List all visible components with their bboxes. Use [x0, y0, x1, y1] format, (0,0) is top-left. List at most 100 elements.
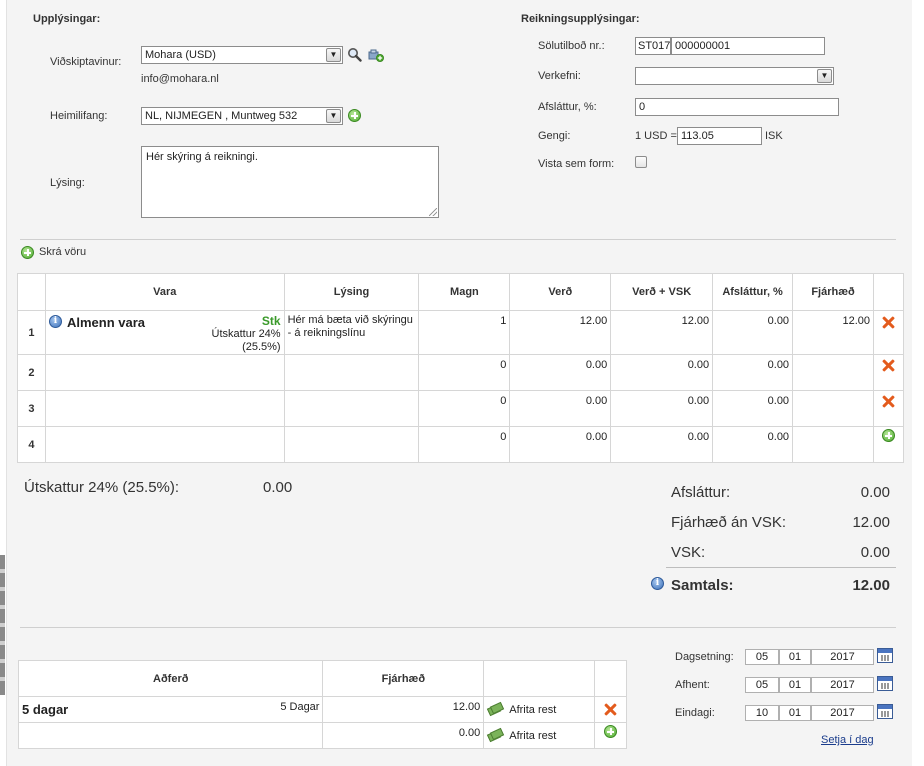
header-product: Vara	[44, 273, 285, 311]
set-in-days-link[interactable]: Setja í dag	[821, 734, 874, 746]
product-cell[interactable]	[44, 426, 285, 463]
add-address-icon[interactable]	[348, 109, 361, 122]
date-day-field[interactable]: 05	[745, 649, 779, 665]
customer-select[interactable]: Mohara (USD) ▼	[141, 46, 343, 64]
due-day-field[interactable]: 10	[745, 705, 779, 721]
totals-discount-label: Afsláttur:	[671, 484, 731, 501]
line-price-vat[interactable]: 0.00	[610, 426, 714, 463]
header-description: Lýsing	[283, 273, 420, 311]
header-action	[873, 273, 904, 311]
offer-number-field[interactable]: 000000001	[671, 37, 825, 55]
line-price-vat[interactable]: 0.00	[610, 390, 714, 427]
info-icon[interactable]: i	[48, 315, 62, 328]
header-discount: Afsláttur, %	[712, 273, 794, 311]
line-price[interactable]: 0.00	[509, 426, 612, 463]
payment-method-name: 5 dagar	[22, 702, 69, 717]
copy-rest-link[interactable]: Afrita rest	[509, 730, 556, 742]
header-amount: Fjárhæð	[792, 273, 874, 311]
line-amount	[792, 354, 874, 391]
delivered-label: Afhent:	[675, 679, 710, 691]
due-month-field[interactable]: 01	[779, 705, 811, 721]
line-qty[interactable]: 0	[418, 426, 511, 463]
line-qty[interactable]: 0	[418, 354, 511, 391]
resize-handle[interactable]	[429, 208, 437, 216]
line-description[interactable]	[283, 390, 420, 427]
action-cell	[873, 310, 904, 355]
date-year-field[interactable]: 2017	[811, 649, 874, 665]
add-payment-icon[interactable]	[604, 725, 618, 738]
add-line-icon[interactable]	[882, 429, 895, 442]
payment-method-cell[interactable]	[17, 722, 324, 749]
line-discount[interactable]: 0.00	[712, 390, 794, 427]
line-description[interactable]	[283, 426, 420, 463]
product-cell[interactable]	[44, 354, 285, 391]
table-row: 2 0 0.00 0.00 0.00	[17, 354, 904, 391]
payment-amount[interactable]: 12.00	[322, 696, 485, 723]
payment-row: 5 dagar 5 Dagar 12.00 Afrita rest	[17, 696, 627, 723]
copy-rest-cell[interactable]: Afrita rest	[483, 696, 596, 723]
line-price[interactable]: 12.00	[509, 310, 612, 355]
rate-field[interactable]: 113.05	[677, 127, 762, 145]
totals-net-label: Fjárhæð án VSK:	[671, 514, 787, 531]
line-discount[interactable]: 0.00	[712, 310, 794, 355]
payment-methods-table: Aðferð Fjárhæð 5 dagar 5 Dagar 12.00 Afr…	[17, 660, 627, 749]
delivered-year-field[interactable]: 2017	[811, 677, 874, 693]
save-form-label: Vista sem form:	[538, 158, 615, 170]
delete-x-icon[interactable]	[882, 316, 895, 329]
add-user-icon[interactable]	[368, 49, 384, 63]
add-product-link[interactable]: Skrá vöru	[39, 246, 86, 258]
rate-prefix: 1 USD =	[635, 130, 677, 142]
calendar-icon[interactable]	[877, 704, 893, 719]
totals-divider	[666, 567, 896, 568]
discount-field[interactable]: 0	[635, 98, 839, 116]
delete-x-icon[interactable]	[882, 395, 895, 408]
line-price[interactable]: 0.00	[509, 354, 612, 391]
line-description[interactable]: Hér má bæta við skýringu - á reikningslí…	[283, 310, 420, 355]
invoice-section-title: Reikningsupplýsingar:	[521, 13, 640, 25]
totals-discount-value: 0.00	[860, 484, 890, 501]
line-qty[interactable]: 0	[418, 390, 511, 427]
delete-x-icon[interactable]	[882, 359, 895, 372]
line-price-vat[interactable]: 12.00	[610, 310, 714, 355]
header-qty: Magn	[418, 273, 511, 311]
address-select[interactable]: NL, NIJMEGEN , Muntweg 532 ▼	[141, 107, 343, 125]
date-month-field[interactable]: 01	[779, 649, 811, 665]
info-icon[interactable]: i	[651, 577, 664, 590]
line-discount[interactable]: 0.00	[712, 426, 794, 463]
table-row: 3 0 0.00 0.00 0.00	[17, 390, 904, 427]
search-icon[interactable]	[347, 47, 362, 62]
copy-rest-cell[interactable]: Afrita rest	[483, 722, 596, 749]
save-form-checkbox[interactable]	[635, 156, 647, 168]
payment-action-cell	[594, 696, 627, 723]
line-price[interactable]: 0.00	[509, 390, 612, 427]
description-textarea[interactable]: Hér skýring á reikningi.	[141, 146, 439, 218]
line-description[interactable]	[283, 354, 420, 391]
line-price-vat[interactable]: 0.00	[610, 354, 714, 391]
header-price: Verð	[509, 273, 612, 311]
due-year-field[interactable]: 2017	[811, 705, 874, 721]
product-name: Almenn vara	[66, 315, 146, 330]
action-cell	[873, 354, 904, 391]
project-select[interactable]: ▼	[635, 67, 834, 85]
calendar-icon[interactable]	[877, 648, 893, 663]
delivered-month-field[interactable]: 01	[779, 677, 811, 693]
offer-prefix-field[interactable]: ST017	[635, 37, 671, 55]
product-cell[interactable]	[44, 390, 285, 427]
calendar-icon[interactable]	[877, 676, 893, 691]
line-amount: 12.00	[792, 310, 874, 355]
tax-summary-label: Útskattur 24% (25.5%):	[24, 479, 180, 496]
delivered-day-field[interactable]: 05	[745, 677, 779, 693]
header-copy	[483, 660, 596, 697]
line-qty[interactable]: 1	[418, 310, 511, 355]
payment-row: 0.00 Afrita rest	[17, 722, 627, 749]
row-number: 1	[17, 310, 46, 355]
delete-x-icon[interactable]	[604, 703, 617, 716]
copy-rest-link[interactable]: Afrita rest	[509, 704, 556, 716]
table-row: 1 i Almenn vara Stk Útskattur 24% (25.5%…	[17, 310, 904, 355]
add-product-icon[interactable]	[21, 246, 34, 259]
totals-vat-value: 0.00	[860, 544, 890, 561]
payment-method-cell[interactable]: 5 dagar 5 Dagar	[17, 696, 324, 723]
payment-amount[interactable]: 0.00	[322, 722, 485, 749]
line-discount[interactable]: 0.00	[712, 354, 794, 391]
product-cell[interactable]: i Almenn vara Stk Útskattur 24% (25.5%)	[44, 310, 285, 355]
